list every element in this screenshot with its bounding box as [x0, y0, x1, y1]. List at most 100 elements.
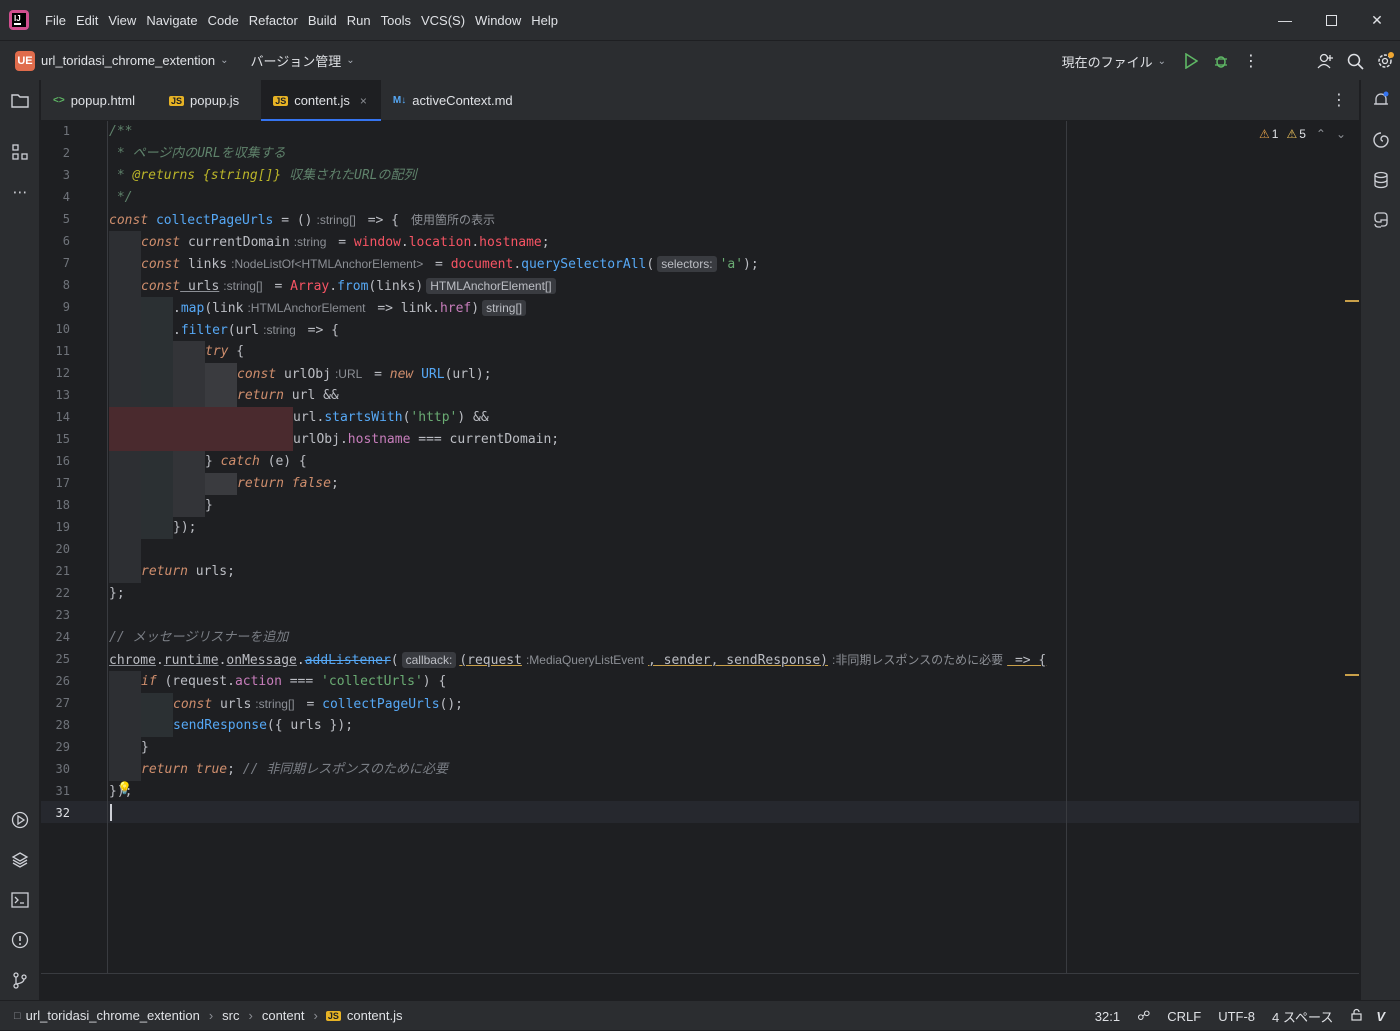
- terminal-icon[interactable]: [8, 888, 32, 912]
- js-file-icon: JS: [325, 1010, 341, 1021]
- line-number: 11: [55, 344, 70, 358]
- more-tools-icon[interactable]: ⋯: [8, 180, 32, 204]
- services-icon[interactable]: [8, 808, 32, 832]
- chevron-down-icon[interactable]: ⌄: [346, 55, 354, 66]
- menu-navigate[interactable]: Navigate: [141, 13, 202, 28]
- structure-icon[interactable]: [8, 140, 32, 164]
- js-file-icon: JS: [273, 95, 289, 106]
- code-line-25: chrome.runtime.onMessage.addListener(cal…: [109, 652, 1047, 668]
- breadcrumb-project[interactable]: url_toridasi_chrome_extention: [26, 1008, 200, 1023]
- close-window-icon[interactable]: ✕: [1354, 0, 1400, 40]
- git-branch-icon[interactable]: [8, 968, 32, 992]
- vcs-widget[interactable]: バージョン管理: [251, 51, 342, 70]
- vim-icon[interactable]: V: [1376, 1009, 1385, 1024]
- line-number: 2: [62, 146, 70, 160]
- layers-icon[interactable]: [8, 848, 32, 872]
- menu-build[interactable]: Build: [303, 13, 342, 28]
- run-config-selector[interactable]: 現在のファイル: [1062, 52, 1153, 71]
- code-line-6: const currentDomain:string = window.loca…: [141, 235, 550, 250]
- tab-label: content.js: [294, 93, 350, 108]
- menu-vcs[interactable]: VCS(S): [416, 13, 470, 28]
- lock-icon[interactable]: [1350, 1008, 1363, 1024]
- code-line-16: } catch (e) {: [205, 454, 307, 469]
- project-name[interactable]: url_toridasi_chrome_extention: [41, 53, 215, 68]
- code-editor[interactable]: 1 2 3 4 5 6 7 8 9 10 11 12 13 14 15 16 1…: [41, 121, 1359, 973]
- ai-status-icon[interactable]: ☍: [1137, 1008, 1150, 1024]
- tab-popup-js[interactable]: JS popup.js: [157, 80, 253, 121]
- minimize-icon[interactable]: —: [1262, 0, 1308, 40]
- ai-assistant-icon[interactable]: [1369, 128, 1393, 152]
- intellij-logo-icon[interactable]: IJ: [8, 9, 30, 31]
- code-line-18: }: [205, 498, 213, 513]
- code-line-17: return false;: [237, 476, 339, 491]
- code-line-13: return url &&: [237, 388, 339, 403]
- error-icon: ⚠: [1259, 127, 1270, 141]
- line-number: 8: [62, 278, 70, 292]
- menu-edit[interactable]: Edit: [71, 13, 103, 28]
- inspection-widget[interactable]: ⚠ 1 ⚠ 5 ⌃ ⌄: [1259, 127, 1346, 141]
- problems-icon[interactable]: [8, 928, 32, 952]
- menu-help[interactable]: Help: [526, 13, 563, 28]
- status-bar: □ url_toridasi_chrome_extention › src › …: [0, 1000, 1400, 1030]
- notifications-bell-icon[interactable]: [1369, 88, 1393, 112]
- line-number: 13: [55, 388, 70, 402]
- usages-hint[interactable]: 使用箇所の表示: [411, 213, 495, 227]
- warning-stripe[interactable]: [1345, 674, 1359, 676]
- code-line-29: }: [141, 740, 149, 755]
- line-number: 27: [55, 696, 70, 710]
- warning-stripe[interactable]: [1345, 300, 1359, 302]
- breadcrumb-separator-icon: ›: [208, 1008, 214, 1023]
- line-number: 10: [55, 322, 70, 336]
- menu-file[interactable]: File: [40, 13, 71, 28]
- breadcrumb-content[interactable]: content: [262, 1008, 305, 1023]
- caret-position[interactable]: 32:1: [1095, 1009, 1120, 1024]
- code-line-27: const urls:string[] = collectPageUrls();: [173, 697, 464, 712]
- line-number: 15: [55, 432, 70, 446]
- project-folder-icon[interactable]: [8, 88, 32, 112]
- line-number: 4: [62, 190, 70, 204]
- menu-code[interactable]: Code: [203, 13, 244, 28]
- breadcrumb-separator-icon: ›: [313, 1008, 318, 1023]
- editor-tabs: <> popup.html JS popup.js JS content.js …: [41, 80, 1359, 121]
- menu-run[interactable]: Run: [342, 13, 376, 28]
- js-file-icon: JS: [169, 95, 185, 106]
- breadcrumb-separator-icon: ›: [248, 1008, 253, 1023]
- menu-tools[interactable]: Tools: [376, 13, 416, 28]
- database-icon[interactable]: [1369, 168, 1393, 192]
- code-line-11: try {: [205, 344, 245, 359]
- file-encoding[interactable]: UTF-8: [1218, 1009, 1255, 1024]
- add-user-icon[interactable]: [1310, 46, 1340, 76]
- run-icon[interactable]: [1176, 46, 1206, 76]
- breadcrumb-file[interactable]: content.js: [347, 1008, 403, 1023]
- menu-refactor[interactable]: Refactor: [244, 13, 303, 28]
- breadcrumb-src[interactable]: src: [222, 1008, 239, 1023]
- tab-active-context-md[interactable]: M↓ activeContext.md: [381, 80, 527, 121]
- code-area[interactable]: /** * ページ内のURLを収集する * @returns {string[]…: [109, 121, 1359, 973]
- line-number: 9: [62, 300, 70, 314]
- close-tab-icon[interactable]: ×: [360, 94, 367, 108]
- tab-options-icon[interactable]: ⋮: [1331, 90, 1347, 110]
- line-number: 6: [62, 234, 70, 248]
- python-console-icon[interactable]: [1369, 208, 1393, 232]
- debug-icon[interactable]: [1206, 46, 1236, 76]
- code-line-12: const urlObj:URL = new URL(url);: [237, 367, 492, 382]
- more-actions-icon[interactable]: ⋮: [1236, 46, 1266, 76]
- maximize-icon[interactable]: [1308, 0, 1354, 40]
- project-badge[interactable]: UE: [15, 50, 35, 71]
- chevron-down-icon[interactable]: ⌄: [220, 55, 228, 66]
- next-highlight-icon[interactable]: ⌄: [1336, 127, 1346, 141]
- tab-popup-html[interactable]: <> popup.html: [41, 80, 149, 121]
- settings-gear-icon[interactable]: [1370, 46, 1400, 76]
- indent-setting[interactable]: 4 スペース: [1272, 1007, 1333, 1026]
- prev-highlight-icon[interactable]: ⌃: [1316, 127, 1326, 141]
- line-number: 12: [55, 366, 70, 380]
- indent-guide: [109, 671, 141, 781]
- menu-view[interactable]: View: [103, 13, 141, 28]
- code-line-8: const urls:string[] = Array.from(links) H…: [141, 275, 559, 297]
- search-icon[interactable]: [1340, 46, 1370, 76]
- chevron-down-icon[interactable]: ⌄: [1158, 56, 1166, 67]
- tab-content-js[interactable]: JS content.js ×: [261, 80, 381, 121]
- intention-bulb-icon[interactable]: 💡: [117, 781, 132, 795]
- line-separator[interactable]: CRLF: [1167, 1009, 1201, 1024]
- menu-window[interactable]: Window: [470, 13, 526, 28]
